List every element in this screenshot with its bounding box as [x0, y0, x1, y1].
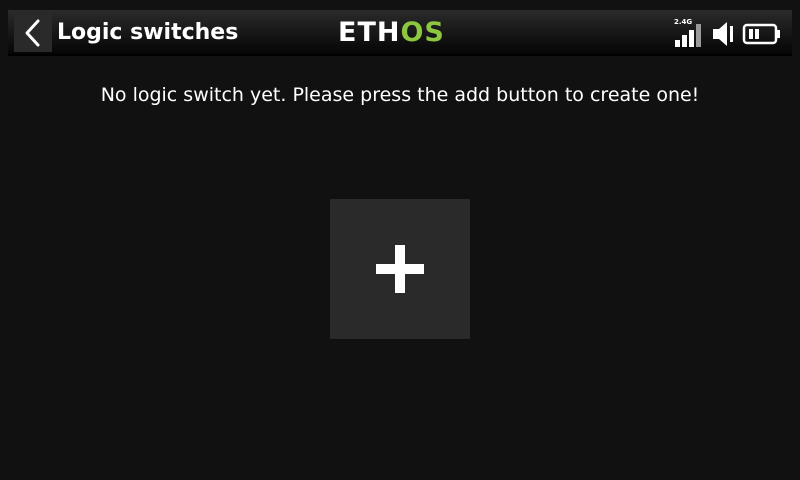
- add-logic-switch-button[interactable]: [330, 199, 470, 339]
- status-icons: 2.4G: [674, 18, 782, 48]
- signal-indicator: 2.4G: [674, 18, 706, 48]
- header-bar: Logic switches ETHOS 2.4G: [8, 10, 792, 56]
- back-button[interactable]: [14, 14, 52, 52]
- logo-text-eth: ETH: [338, 17, 401, 48]
- speaker-icon: [713, 22, 733, 46]
- page-title: Logic switches: [57, 20, 239, 45]
- plus-icon: [376, 245, 424, 293]
- ethos-logo: ETHOS: [338, 18, 445, 48]
- logic-switches-screen: Logic switches ETHOS 2.4G No logic switc…: [0, 0, 800, 480]
- signal-bars-icon: [675, 24, 701, 47]
- chevron-left-icon: [25, 19, 40, 47]
- logo-text-os: OS: [400, 17, 445, 48]
- battery-icon: [742, 23, 780, 45]
- empty-state-message: No logic switch yet. Please press the ad…: [100, 84, 700, 106]
